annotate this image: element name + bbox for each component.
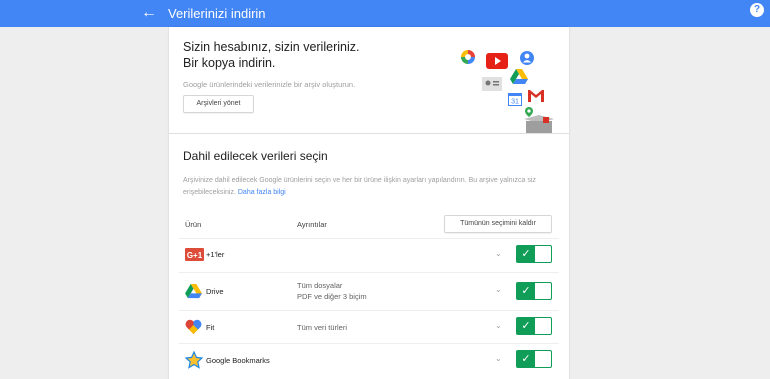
archive-box-icon [524,115,554,133]
include-toggle[interactable]: ✓ [516,282,552,300]
google-drive-icon [185,284,202,299]
product-details: Tüm veri türleri [297,322,347,333]
product-name: Google Bookmarks [206,356,270,365]
table-row: G+1 +1'ler ⌄ ✓ [169,238,569,272]
product-detail-line: Tüm dosyalar [297,281,343,290]
arrow-left-icon[interactable]: ← [140,4,158,22]
product-details: Tüm dosyalar PDF ve diğer 3 biçim [297,280,367,302]
learn-more-link[interactable]: Daha fazla bilgi [238,189,286,196]
include-toggle[interactable]: ✓ [516,350,552,368]
row-divider [179,238,559,239]
column-header-product: Ürün [185,220,202,229]
row-divider [179,310,559,311]
takeout-card: Sizin hesabınız, sizin verileriniz. Bir … [169,27,569,379]
column-header-details: Ayrıntılar [297,220,327,229]
profile-card-icon [482,77,502,91]
intro-heading-line1: Sizin hesabınız, sizin verileriniz. [183,40,360,54]
svg-text:31: 31 [511,99,519,106]
bookmarks-star-icon [185,351,203,369]
photos-icon [461,50,475,64]
youtube-icon [486,53,508,69]
row-divider [179,343,559,344]
select-data-description: Arşivinize dahil edilecek Google ürünler… [183,175,558,199]
drive-icon [510,69,528,84]
table-row: Google Bookmarks ⌄ ✓ [169,343,569,377]
calendar-icon: 31 [508,93,522,106]
gmail-icon [527,89,545,103]
product-name: Fit [206,323,215,332]
table-row: Fit Tüm veri türleri ⌄ ✓ [169,310,569,343]
check-icon: ✓ [517,283,535,299]
deselect-all-button[interactable]: Tümünün seçimini kaldır [444,215,552,233]
chevron-down-icon[interactable]: ⌄ [495,321,502,330]
contacts-icon [520,51,534,65]
google-plus-one-icon: G+1 [185,248,204,261]
svg-text:G+1: G+1 [187,251,203,260]
intro-description: Google ürünlerindeki verilerinizle bir a… [183,80,356,89]
include-toggle[interactable]: ✓ [516,245,552,263]
intro-heading-line2: Bir kopya indirin. [183,56,276,70]
page-title: Verilerinizi indirin [168,6,266,21]
include-toggle[interactable]: ✓ [516,317,552,335]
chevron-down-icon[interactable]: ⌄ [495,285,502,294]
select-data-heading: Dahil edilecek verileri seçin [183,149,328,163]
google-fit-icon [185,319,202,334]
product-detail-line: Tüm veri türleri [297,323,348,332]
select-data-description-text: Arşivinize dahil edilecek Google ürünler… [183,177,536,196]
product-icons-illustration: 31 [454,45,564,135]
chevron-down-icon[interactable]: ⌄ [495,249,502,258]
help-icon[interactable]: ? [750,3,764,17]
product-name: +1'ler [206,250,225,259]
product-detail-line: PDF ve diğer 3 biçim [297,292,367,301]
table-row: Drive Tüm dosyalar PDF ve diğer 3 biçim … [169,272,569,310]
product-name: Drive [206,287,224,296]
top-app-bar: ← Verilerinizi indirin ? [0,0,770,27]
check-icon: ✓ [517,246,535,262]
intro-heading: Sizin hesabınız, sizin verileriniz. Bir … [183,39,359,71]
row-divider [179,272,559,273]
section-divider [169,133,569,134]
chevron-down-icon[interactable]: ⌄ [495,354,502,363]
manage-archives-button[interactable]: Arşivleri yönet [183,95,254,113]
check-icon: ✓ [517,318,535,334]
check-icon: ✓ [517,351,535,367]
